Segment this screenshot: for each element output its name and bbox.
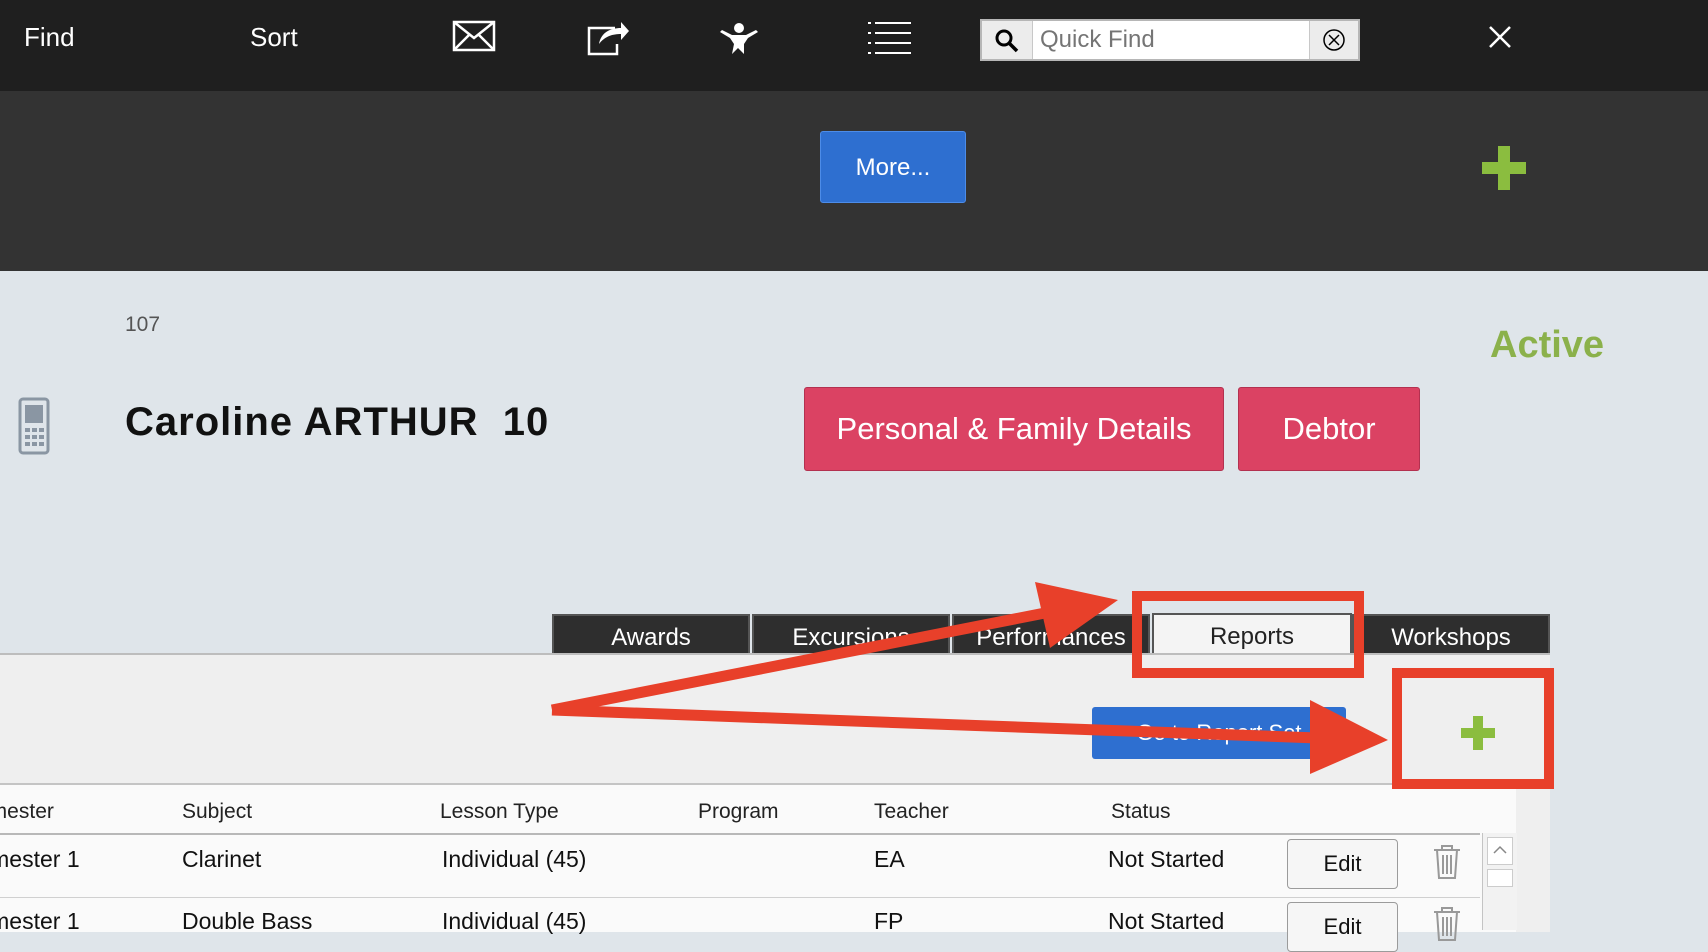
- annotation-arrows: [550, 582, 1388, 774]
